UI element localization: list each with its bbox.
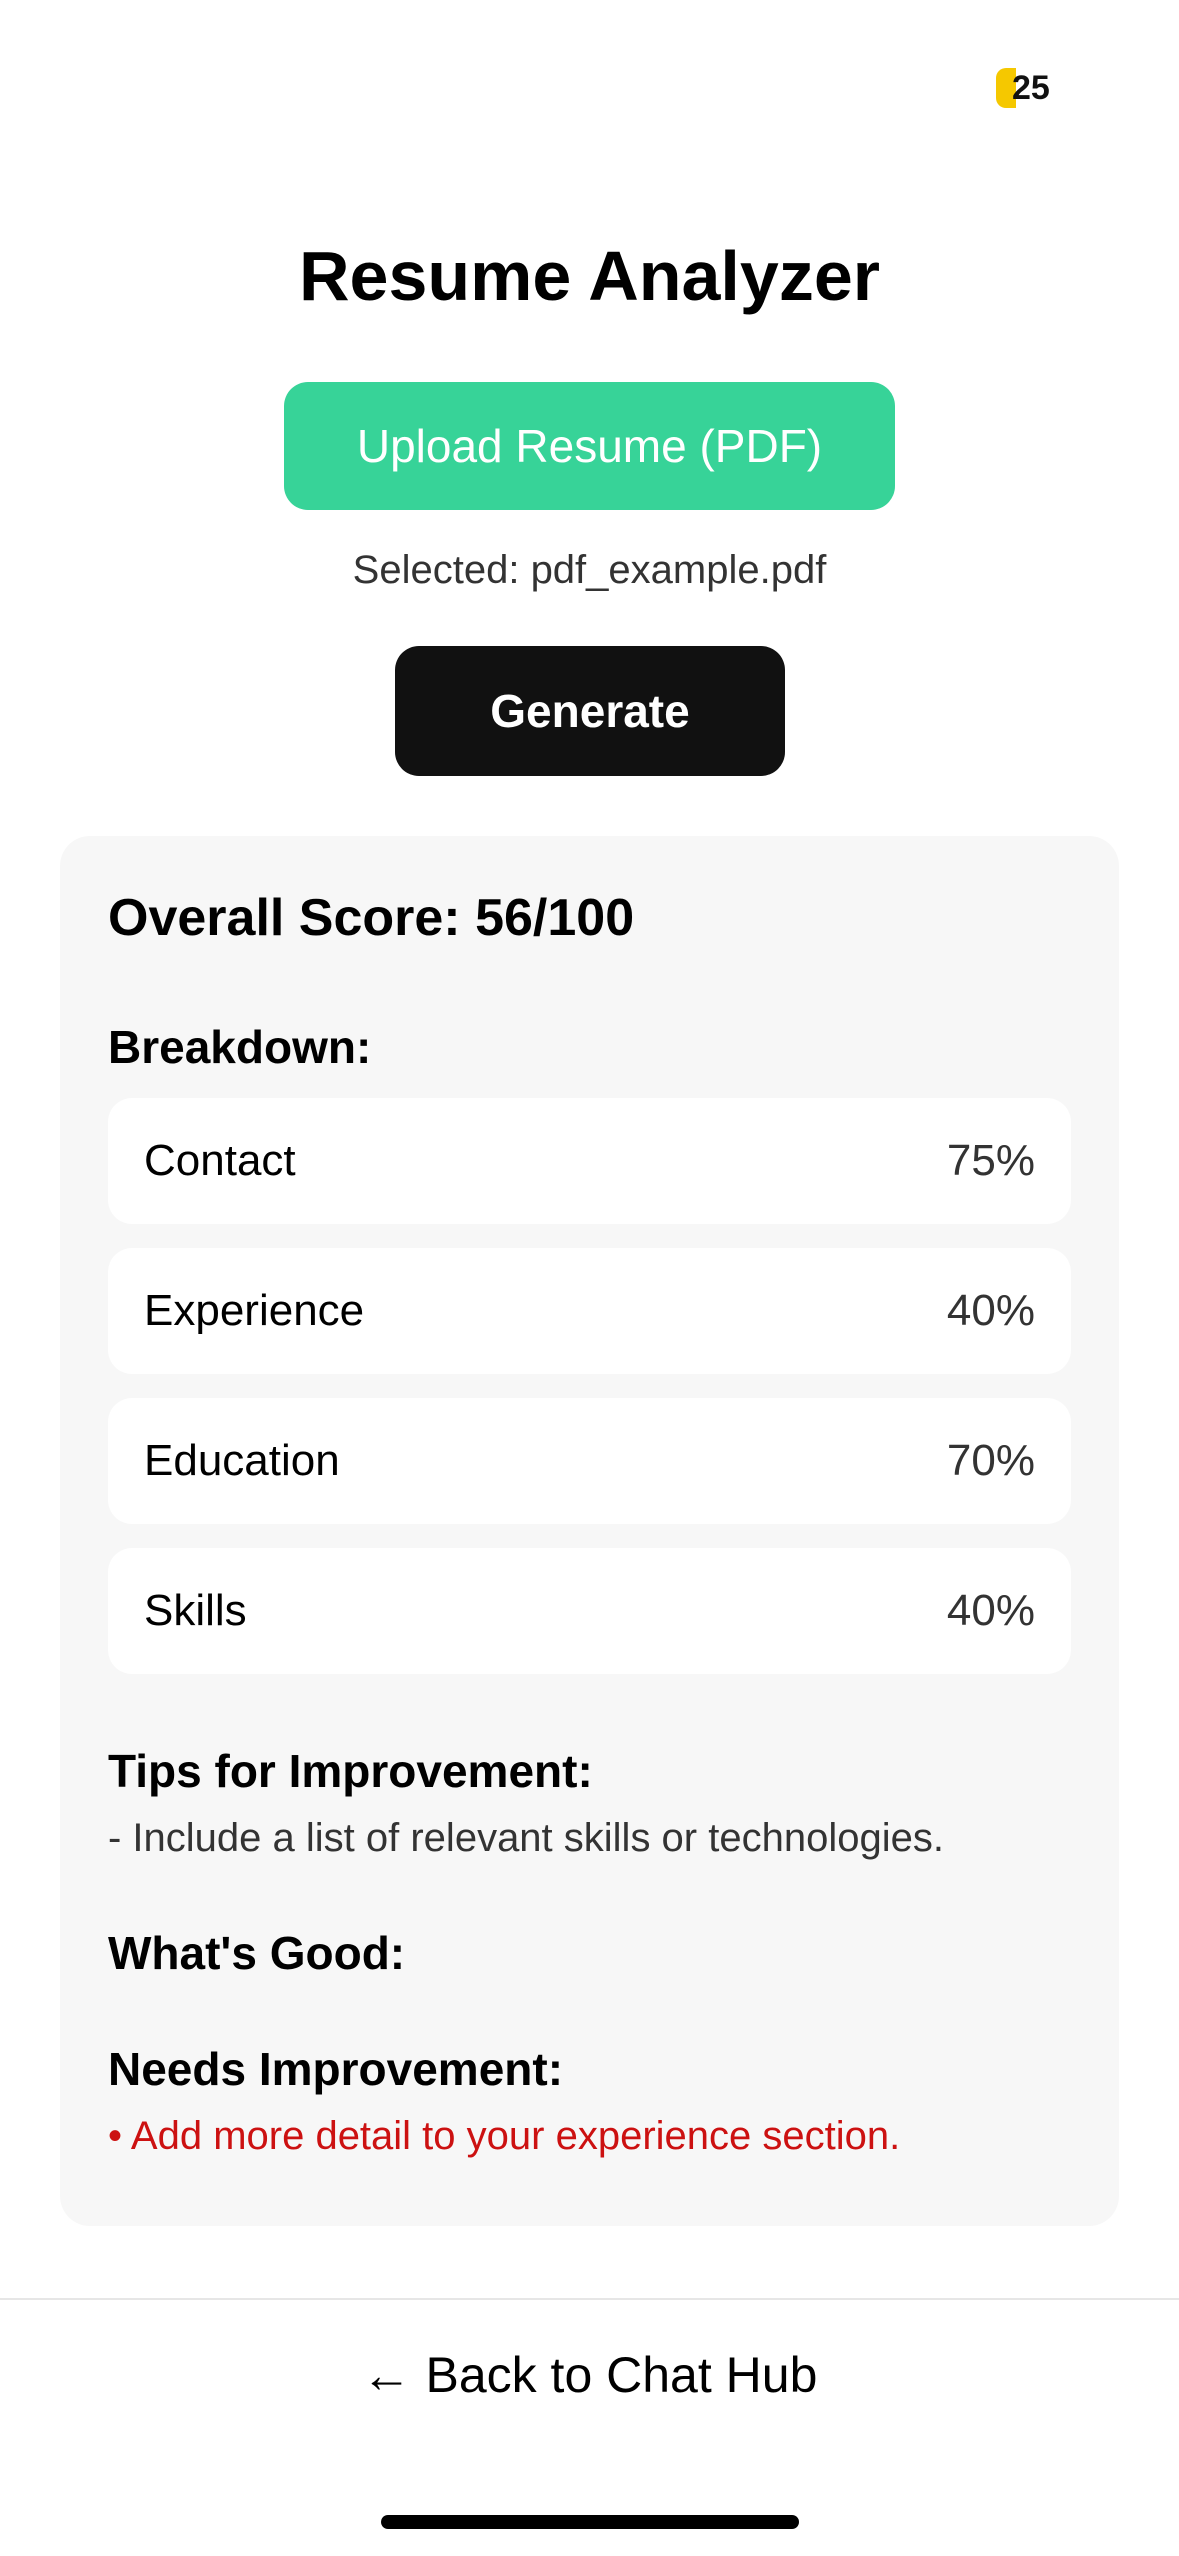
back-to-chat-hub-link[interactable]: ← Back to Chat Hub: [0, 2346, 1179, 2404]
breakdown-value: 70%: [946, 1436, 1035, 1485]
breakdown-heading: Breakdown:: [108, 1021, 372, 1073]
breakdown-row-experience: Experience 40%: [108, 1248, 1071, 1374]
whats-good-heading: What's Good:: [108, 1927, 406, 1979]
upload-resume-button[interactable]: Upload Resume (PDF): [284, 382, 895, 510]
page-title: Resume Analyzer: [299, 237, 880, 315]
breakdown-row-skills: Skills 40%: [108, 1548, 1071, 1674]
tips-heading: Tips for Improvement:: [108, 1745, 593, 1797]
breakdown-label: Experience: [144, 1286, 365, 1335]
needs-improvement-heading: Needs Improvement:: [108, 2043, 564, 2095]
coin-balance[interactable]: 25: [996, 68, 1050, 108]
breakdown-list: Contact 75% Experience 40% Education 70%…: [108, 1098, 1071, 1698]
needs-improvement-item: • Add more detail to your experience sec…: [108, 2114, 901, 2158]
overall-score: Overall Score: 56/100: [108, 889, 635, 947]
generate-button[interactable]: Generate: [395, 646, 785, 776]
breakdown-row-education: Education 70%: [108, 1398, 1071, 1524]
tip-item: - Include a list of relevant skills or t…: [108, 1816, 944, 1860]
breakdown-value: 40%: [946, 1286, 1035, 1335]
breakdown-label: Education: [144, 1436, 340, 1485]
resume-analyzer-screen: 25 Resume Analyzer Upload Resume (PDF) S…: [0, 0, 1179, 2556]
breakdown-label: Contact: [144, 1136, 296, 1185]
breakdown-value: 40%: [946, 1586, 1035, 1635]
results-card: Overall Score: 56/100 Breakdown: Contact…: [60, 836, 1119, 2226]
selected-file-label: Selected: pdf_example.pdf: [352, 548, 827, 592]
breakdown-row-contact: Contact 75%: [108, 1098, 1071, 1224]
footer-divider: [0, 2298, 1179, 2300]
home-indicator: [381, 2515, 799, 2529]
breakdown-label: Skills: [144, 1586, 247, 1635]
coin-count: 25: [1012, 68, 1050, 107]
breakdown-value: 75%: [946, 1136, 1035, 1185]
